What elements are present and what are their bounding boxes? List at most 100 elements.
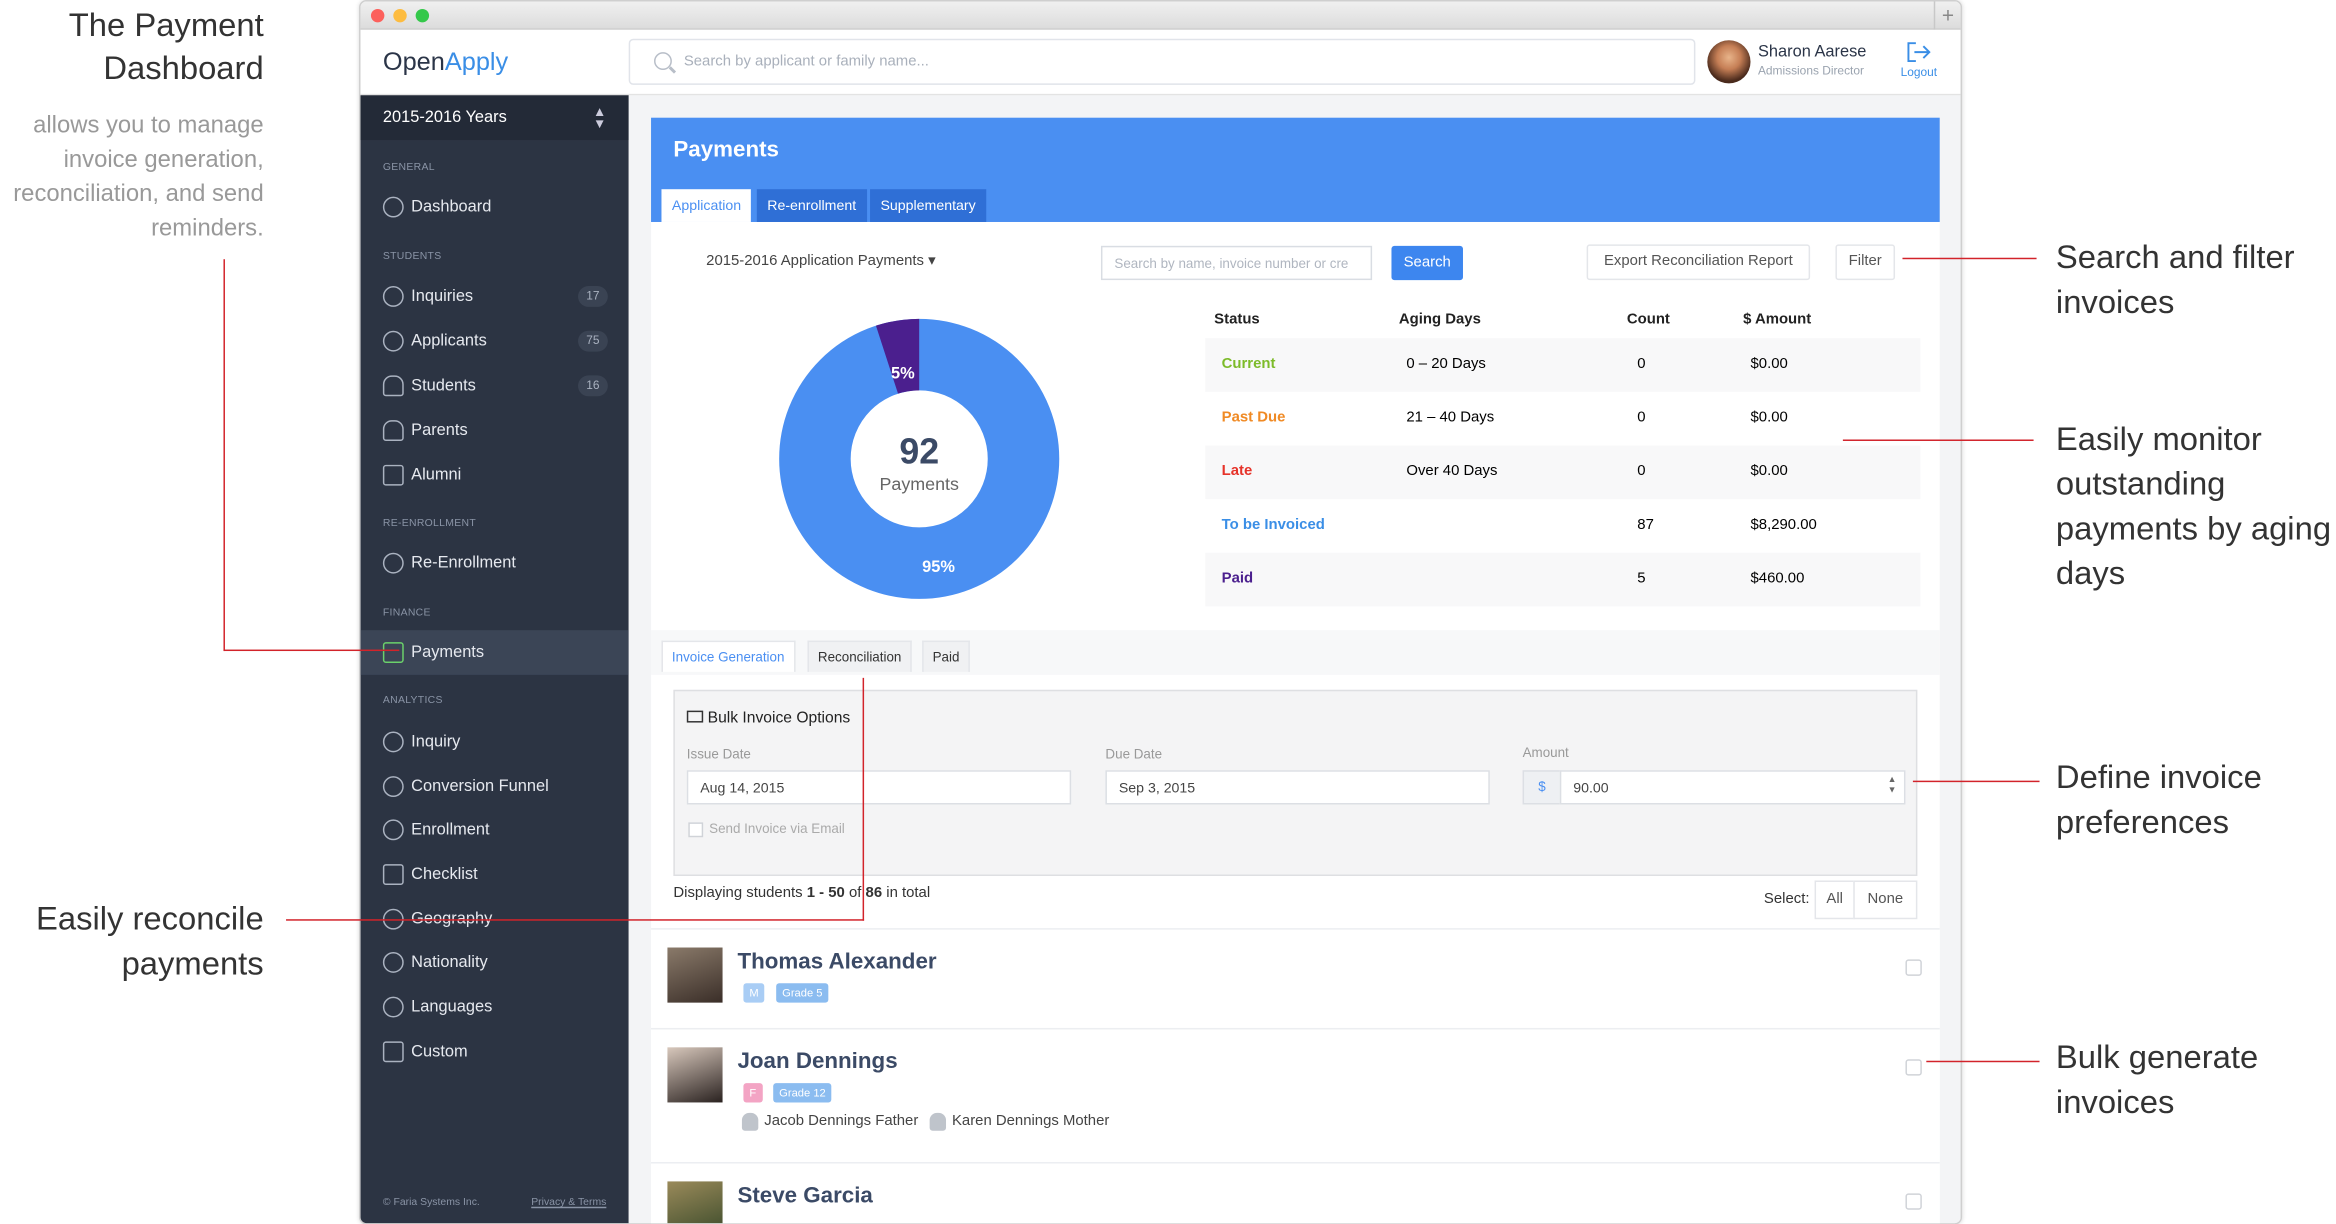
- tab-paid[interactable]: Paid: [922, 640, 970, 672]
- list-item[interactable]: Joan Dennings F Grade 12 Jacob Dennings …: [651, 1027, 1940, 1163]
- student-name[interactable]: Steve Garcia: [737, 1183, 872, 1208]
- updown-chevron-icon: ▲ ▼: [593, 104, 607, 132]
- status-row[interactable]: Past Due 21 – 40 Days 0 $0.00: [1205, 392, 1920, 446]
- sidebar-item-enrollment[interactable]: Enrollment: [361, 807, 629, 852]
- filter-button[interactable]: Filter: [1835, 244, 1896, 281]
- sidebar-item-nationality[interactable]: Nationality: [361, 940, 629, 985]
- search-button[interactable]: Search: [1391, 245, 1463, 281]
- section-analytics: ANALYTICS: [382, 695, 443, 707]
- stepper-icon[interactable]: ▲ ▼: [1888, 776, 1897, 797]
- tab-application[interactable]: Application: [661, 189, 752, 222]
- export-reconciliation-button[interactable]: Export Reconciliation Report: [1586, 244, 1811, 281]
- issue-date-field[interactable]: Aug 14, 2015: [686, 770, 1072, 805]
- status-row[interactable]: To be Invoiced 87 $8,290.00: [1205, 499, 1920, 553]
- status-label: Paid: [1221, 570, 1254, 587]
- invoice-search-input[interactable]: Search by name, invoice number or cre: [1100, 245, 1373, 281]
- sidebar-item-alumni[interactable]: Alumni: [361, 453, 629, 498]
- sidebar-item-custom[interactable]: Custom: [361, 1029, 629, 1074]
- close-dot[interactable]: [370, 8, 385, 23]
- year-select-value: 2015-2016 Years: [382, 108, 507, 127]
- sidebar-item-payments[interactable]: Payments: [360, 630, 629, 675]
- graduation-cap-icon: [382, 464, 404, 486]
- gender-tag: M: [743, 983, 765, 1003]
- student-name[interactable]: Joan Dennings: [737, 1049, 897, 1074]
- status-row[interactable]: Paid 5 $460.00: [1205, 552, 1921, 607]
- col-amount: $ Amount: [1743, 311, 1812, 328]
- count-badge: 16: [578, 375, 608, 397]
- avatar[interactable]: [1707, 40, 1751, 84]
- select-all-button[interactable]: All: [1814, 880, 1855, 920]
- row-checkbox[interactable]: [1905, 959, 1922, 976]
- send-email-checkbox[interactable]: [688, 822, 704, 838]
- pencil-icon: [382, 286, 404, 307]
- refresh-icon: [382, 552, 404, 574]
- count: 0: [1637, 356, 1646, 373]
- chart-icon: [382, 996, 404, 1018]
- status-row[interactable]: Current 0 – 20 Days 0 $0.00: [1205, 338, 1921, 392]
- parent-link[interactable]: Jacob Dennings Father: [764, 1113, 918, 1129]
- amount-field[interactable]: 90.00 ▲ ▼: [1559, 770, 1906, 805]
- sidebar-item-checklist[interactable]: Checklist: [361, 852, 629, 897]
- col-count: Count: [1626, 311, 1670, 328]
- search-icon: [654, 52, 672, 71]
- count: 0: [1637, 463, 1646, 480]
- row-checkbox[interactable]: [1905, 1193, 1922, 1210]
- sidebar-item-inquiry[interactable]: Inquiry: [361, 720, 629, 765]
- status-row[interactable]: Late Over 40 Days 0 $0.00: [1205, 445, 1921, 500]
- connector-line: [1902, 257, 2037, 260]
- new-tab-button[interactable]: +: [1933, 1, 1961, 30]
- sidebar-item-applicants[interactable]: Applicants 75: [361, 319, 629, 364]
- gender-tag: F: [743, 1083, 763, 1103]
- period-dropdown[interactable]: 2015-2016 Application Payments ▾: [706, 253, 935, 269]
- student-name[interactable]: Thomas Alexander: [737, 949, 936, 974]
- sidebar-item-label: Custom: [411, 1042, 468, 1061]
- tab-reconciliation[interactable]: Reconciliation: [807, 640, 912, 672]
- student-photo: [667, 947, 723, 1003]
- logout-button[interactable]: Logout: [1889, 42, 1949, 79]
- minimize-dot[interactable]: [393, 8, 407, 23]
- sidebar-item-reenrollment[interactable]: Re-Enrollment: [361, 541, 629, 586]
- user-name: Sharon Aarese: [1757, 43, 1867, 62]
- due-date-field[interactable]: Sep 3, 2015: [1105, 770, 1490, 805]
- connector-line: [223, 259, 225, 652]
- list-item[interactable]: Thomas Alexander M Grade 5: [651, 928, 1940, 1028]
- count: 5: [1637, 570, 1646, 587]
- sidebar-item-label: Re-Enrollment: [411, 554, 516, 573]
- tab-reenrollment[interactable]: Re-enrollment: [756, 189, 867, 222]
- privacy-terms-link[interactable]: Privacy & Terms: [531, 1198, 606, 1208]
- dashboard-icon: [382, 196, 404, 218]
- sidebar-item-students[interactable]: Students 16: [361, 364, 629, 409]
- row-checkbox[interactable]: [1905, 1059, 1922, 1076]
- list-item[interactable]: Steve Garcia: [651, 1162, 1940, 1224]
- sidebar: 2015-2016 Years ▲ ▼ GENERAL Dashboard STU…: [360, 95, 629, 1224]
- money-icon: [686, 710, 704, 723]
- sidebar-item-conversion-funnel[interactable]: Conversion Funnel: [361, 764, 629, 809]
- page-title: Payments: [673, 137, 779, 163]
- aging-days: Over 40 Days: [1406, 463, 1498, 480]
- sidebar-item-label: Checklist: [411, 865, 478, 884]
- payments-panel: Payments Application Re-enrollment Suppl…: [651, 117, 1940, 1224]
- global-search-input[interactable]: Search by applicant or family name...: [628, 38, 1696, 85]
- callout-subtitle: allows you to manage invoice generation,…: [13, 113, 264, 242]
- select-none-button[interactable]: None: [1853, 880, 1918, 920]
- parent-link[interactable]: Karen Dennings Mother: [952, 1113, 1109, 1129]
- sidebar-item-inquiries[interactable]: Inquiries 17: [361, 274, 629, 319]
- bulk-invoice-options: Bulk Invoice Options Issue Date Aug 14, …: [673, 689, 1918, 877]
- sidebar-item-dashboard[interactable]: Dashboard: [361, 185, 629, 230]
- title-bar: +: [360, 1, 1961, 30]
- count-badge: 75: [578, 330, 608, 352]
- refresh-icon: [382, 819, 404, 841]
- donut-main-pct: 95%: [922, 558, 955, 576]
- tab-invoice-generation[interactable]: Invoice Generation: [661, 640, 795, 672]
- grade-tag: Grade 5: [776, 983, 829, 1003]
- count-badge: 17: [578, 286, 608, 307]
- logo[interactable]: OpenApply: [383, 48, 508, 78]
- maximize-dot[interactable]: [415, 8, 430, 23]
- tab-supplementary[interactable]: Supplementary: [870, 189, 987, 222]
- sidebar-item-label: Inquiries: [411, 287, 474, 306]
- year-select[interactable]: 2015-2016 Years ▲ ▼: [360, 95, 629, 141]
- section-finance: FINANCE: [382, 607, 431, 619]
- sidebar-item-languages[interactable]: Languages: [361, 985, 629, 1030]
- amount: $460.00: [1750, 570, 1805, 587]
- sidebar-item-parents[interactable]: Parents: [361, 408, 629, 453]
